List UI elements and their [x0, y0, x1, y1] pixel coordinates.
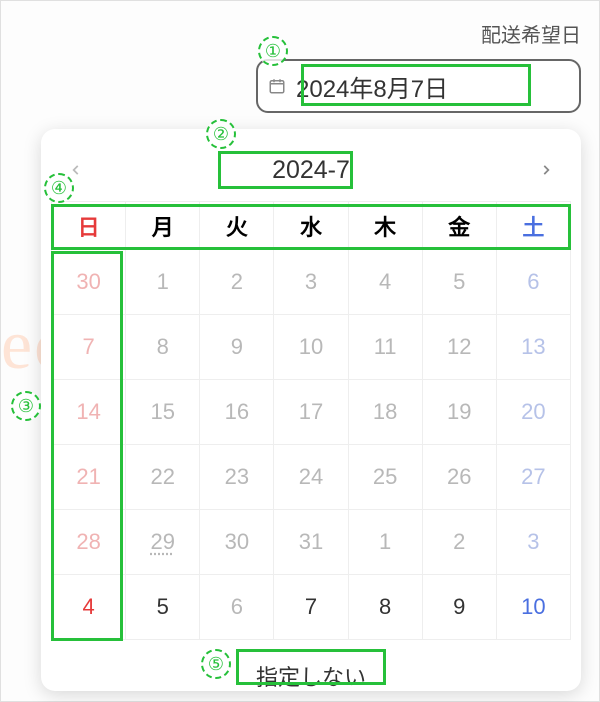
annotation-box-4	[51, 204, 571, 250]
field-label: 配送希望日	[481, 19, 581, 48]
next-month-button[interactable]	[531, 155, 561, 185]
annotation-number-4: ④	[44, 173, 74, 203]
calendar-icon	[268, 77, 286, 95]
calendar-day[interactable]: 24	[274, 445, 348, 510]
annotation-box-3	[51, 251, 123, 641]
calendar-day[interactable]: 27	[497, 445, 571, 510]
calendar-day[interactable]: 8	[349, 575, 423, 640]
calendar-day[interactable]: 13	[497, 315, 571, 380]
annotation-box-2	[218, 151, 353, 189]
calendar-day[interactable]: 1	[126, 250, 200, 315]
calendar-day[interactable]: 16	[200, 380, 274, 445]
calendar-day[interactable]: 1	[349, 510, 423, 575]
calendar-day[interactable]: 9	[200, 315, 274, 380]
calendar-day[interactable]: 10	[274, 315, 348, 380]
calendar-day[interactable]: 26	[423, 445, 497, 510]
calendar-day[interactable]: 10	[497, 575, 571, 640]
calendar-day[interactable]: 25	[349, 445, 423, 510]
calendar-day[interactable]: 2	[200, 250, 274, 315]
annotation-box-1	[301, 64, 531, 106]
calendar-day[interactable]: 29	[126, 510, 200, 575]
calendar-day[interactable]: 18	[349, 380, 423, 445]
calendar-day[interactable]: 3	[497, 510, 571, 575]
calendar-day[interactable]: 22	[126, 445, 200, 510]
calendar-day[interactable]: 7	[274, 575, 348, 640]
annotation-number-1: ①	[258, 36, 288, 66]
calendar-day[interactable]: 2	[423, 510, 497, 575]
calendar-day[interactable]: 17	[274, 380, 348, 445]
calendar-day[interactable]: 4	[349, 250, 423, 315]
annotation-box-5	[236, 649, 386, 685]
annotation-number-5: ⑤	[201, 649, 231, 679]
calendar-day[interactable]: 5	[126, 575, 200, 640]
calendar-day[interactable]: 5	[423, 250, 497, 315]
calendar-day[interactable]: 15	[126, 380, 200, 445]
calendar-day[interactable]: 19	[423, 380, 497, 445]
calendar-day[interactable]: 8	[126, 315, 200, 380]
calendar-day[interactable]: 11	[349, 315, 423, 380]
calendar-day[interactable]: 9	[423, 575, 497, 640]
annotation-number-3: ③	[11, 391, 41, 421]
calendar-day[interactable]: 30	[200, 510, 274, 575]
calendar-day[interactable]: 12	[423, 315, 497, 380]
calendar-day[interactable]: 23	[200, 445, 274, 510]
calendar-day[interactable]: 20	[497, 380, 571, 445]
calendar-day[interactable]: 6	[497, 250, 571, 315]
calendar-day[interactable]: 6	[200, 575, 274, 640]
calendar-grid: 日月火水木金土301234567891011121314151617181920…	[51, 201, 571, 640]
annotation-number-2: ②	[206, 119, 236, 149]
calendar-day[interactable]: 3	[274, 250, 348, 315]
calendar-day[interactable]: 31	[274, 510, 348, 575]
